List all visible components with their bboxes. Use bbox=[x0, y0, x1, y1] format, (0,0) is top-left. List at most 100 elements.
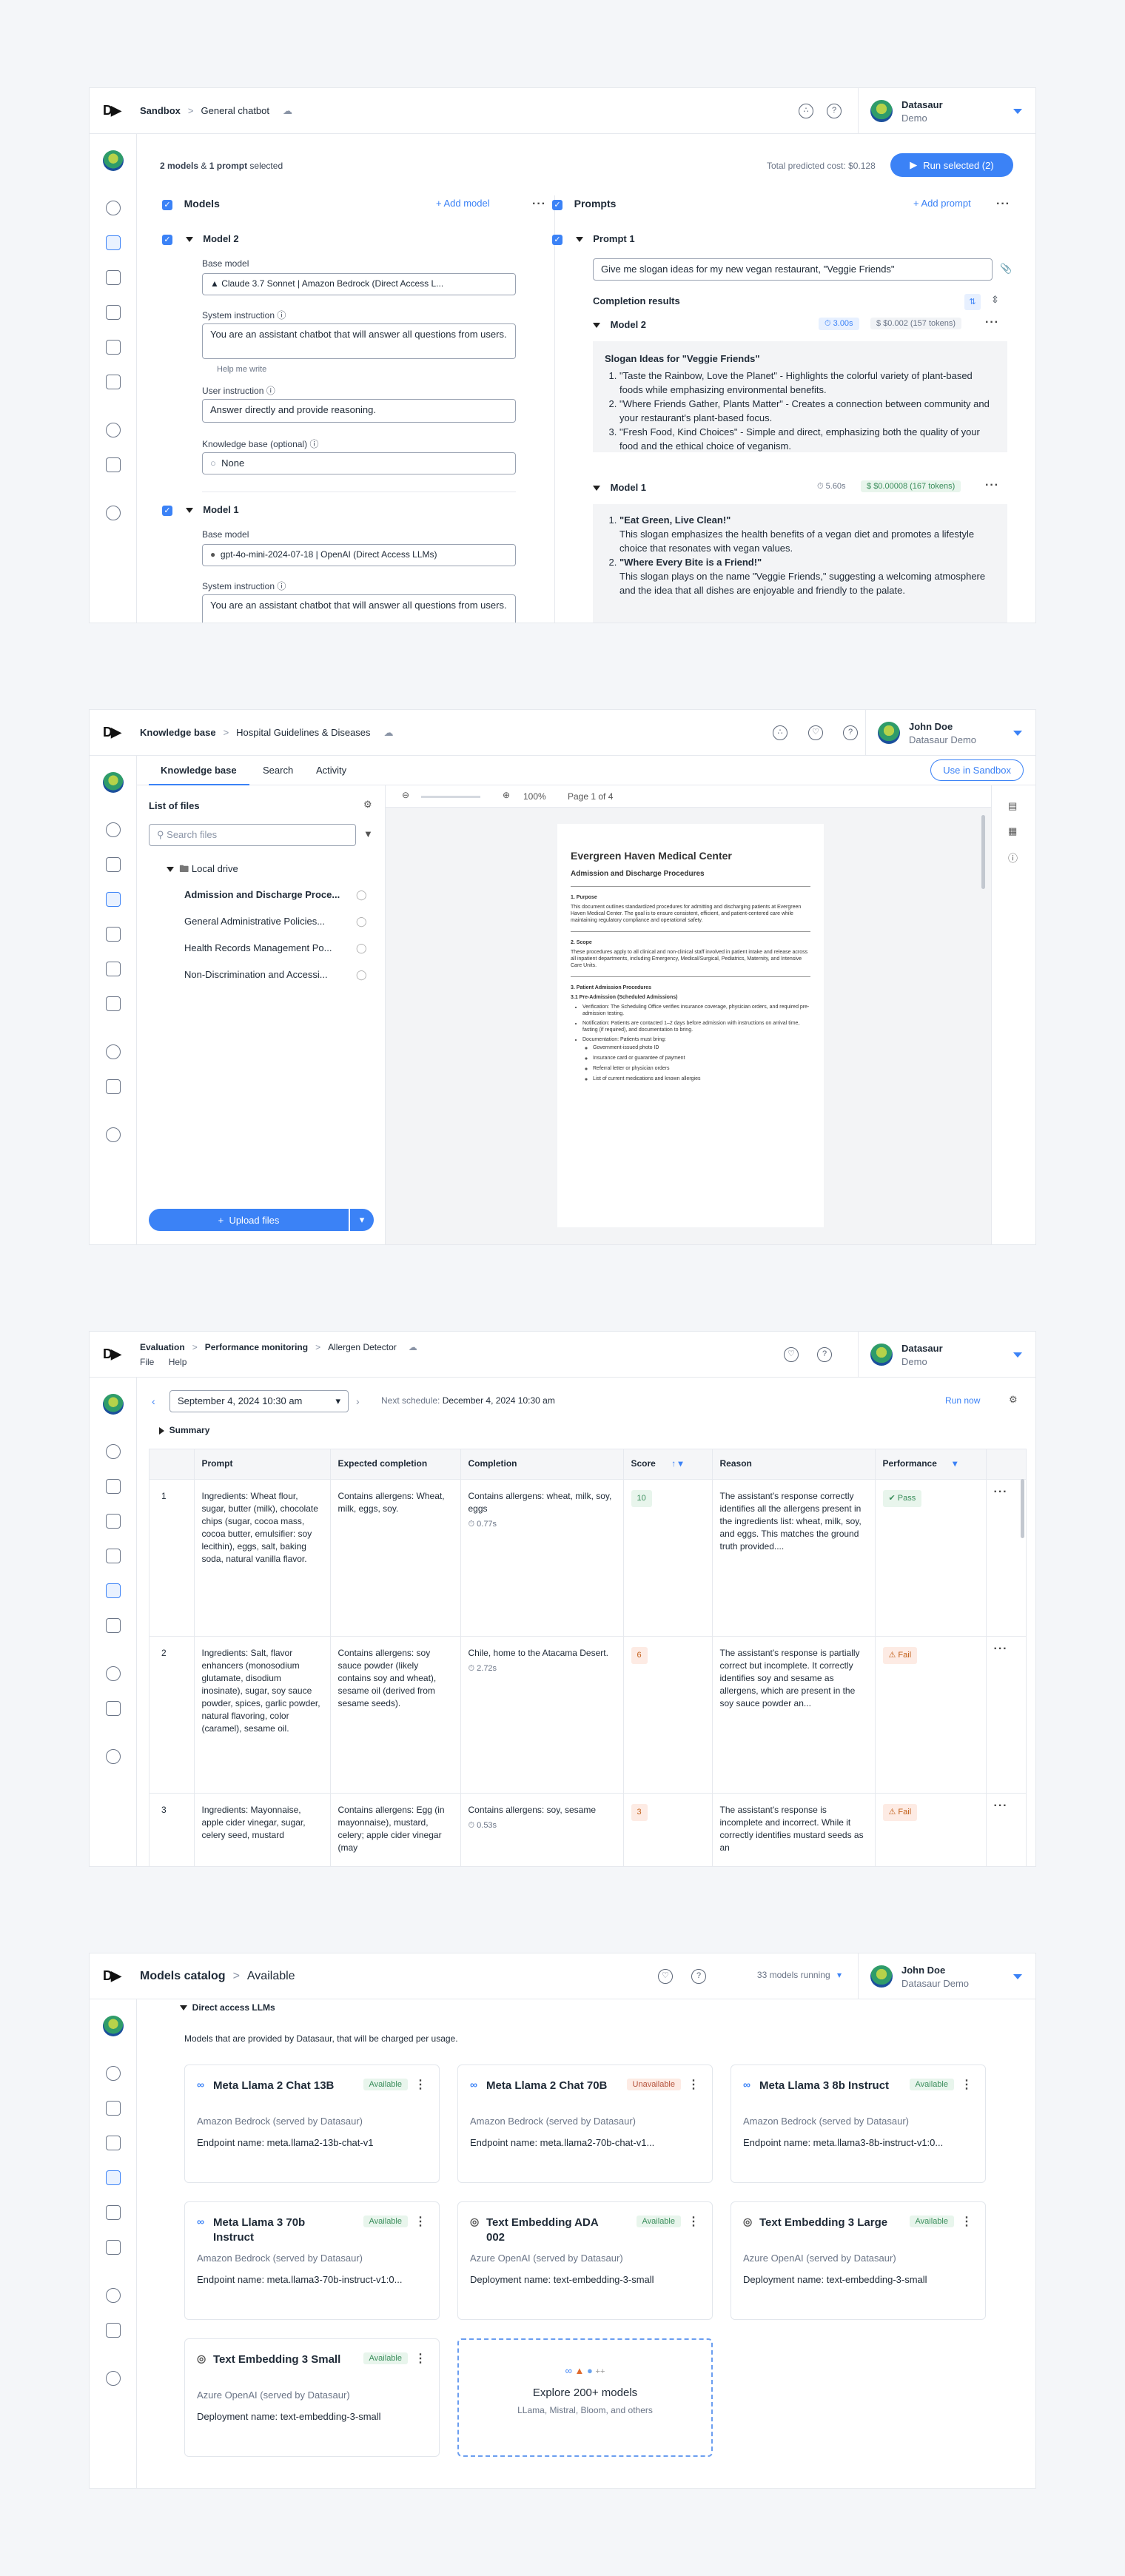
model-card[interactable]: ∞ Meta Llama 2 Chat 13B Available ⋮ Amazon B… bbox=[184, 2065, 440, 2183]
col-performance[interactable]: Performance ▾ bbox=[875, 1449, 987, 1479]
users-icon[interactable] bbox=[106, 1701, 121, 1716]
help-icon[interactable]: ? bbox=[843, 725, 858, 740]
evaluation-icon[interactable] bbox=[106, 962, 121, 976]
evaluation-icon[interactable] bbox=[106, 340, 121, 355]
tab-activity[interactable]: Activity bbox=[316, 765, 346, 776]
gear-icon[interactable] bbox=[106, 1749, 121, 1764]
menu-help[interactable]: Help bbox=[169, 1357, 187, 1367]
share-icon[interactable]: ∴ bbox=[799, 104, 813, 118]
home-icon[interactable] bbox=[106, 2101, 121, 2116]
col-reason[interactable]: Reason bbox=[712, 1449, 876, 1479]
attach-icon[interactable]: 📎 bbox=[1000, 263, 1012, 275]
info-icon[interactable]: ⓘ bbox=[1008, 851, 1018, 865]
team-avatar[interactable] bbox=[103, 2016, 124, 2036]
date-select[interactable]: September 4, 2024 10:30 am ▾ bbox=[169, 1390, 349, 1412]
row-more-icon[interactable]: ··· bbox=[986, 1793, 1026, 1866]
dollar-icon[interactable] bbox=[106, 1666, 121, 1681]
cube-icon[interactable] bbox=[106, 305, 121, 320]
result-more-icon[interactable]: ··· bbox=[985, 479, 999, 492]
use-in-sandbox-button[interactable]: Use in Sandbox bbox=[930, 759, 1024, 781]
team-avatar[interactable] bbox=[103, 1394, 124, 1415]
share-icon[interactable]: ∴ bbox=[773, 725, 788, 740]
model-card[interactable]: ∞ Meta Llama 3 70b Instruct Available ⋮ Amaz… bbox=[184, 2201, 440, 2320]
model-more-icon[interactable]: ⋮ bbox=[688, 2077, 700, 2092]
model-1-checkbox[interactable]: ✓ bbox=[162, 506, 172, 516]
model-card[interactable]: ∞ Meta Llama 3 8b Instruct Available ⋮ Amazo… bbox=[731, 2065, 986, 2183]
col-completion[interactable]: Completion bbox=[460, 1449, 624, 1479]
model-more-icon[interactable]: ⋮ bbox=[961, 2214, 973, 2229]
file-item[interactable]: Non-Discrimination and Accessi... ◯ bbox=[184, 969, 369, 980]
collapse-icon[interactable] bbox=[185, 237, 193, 243]
run-selected-button[interactable]: ▶ Run selected (2) bbox=[890, 153, 1013, 177]
collapse-icon[interactable] bbox=[185, 508, 193, 514]
database-icon[interactable] bbox=[106, 2136, 121, 2150]
database-icon[interactable] bbox=[106, 1514, 121, 1529]
database-icon[interactable] bbox=[106, 892, 121, 907]
model-card[interactable]: ◎ Text Embedding ADA 002 Available ⋮ Azure O… bbox=[457, 2201, 713, 2320]
prompt-1-checkbox[interactable]: ✓ bbox=[552, 235, 562, 245]
document-icon[interactable]: ▤ bbox=[1008, 800, 1017, 812]
model-more-icon[interactable]: ⋮ bbox=[414, 2077, 427, 2092]
help-me-write-link[interactable]: Help me write bbox=[217, 365, 266, 374]
prompts-checkbox[interactable]: ✓ bbox=[552, 200, 562, 210]
tab-search[interactable]: Search bbox=[263, 765, 293, 776]
chevron-down-icon[interactable] bbox=[1013, 1974, 1022, 1979]
upload-options-button[interactable]: ▾ bbox=[350, 1209, 374, 1231]
breadcrumb-evaluation[interactable]: Evaluation bbox=[140, 1342, 185, 1352]
filter-icon[interactable]: ▼ bbox=[363, 828, 373, 839]
gear-icon[interactable] bbox=[106, 2371, 121, 2386]
upload-files-button[interactable]: + Upload files bbox=[149, 1209, 349, 1231]
row-more-icon[interactable]: ··· bbox=[986, 1636, 1026, 1793]
col-prompt[interactable]: Prompt bbox=[194, 1449, 331, 1479]
collapse-icon[interactable] bbox=[593, 486, 600, 492]
models-more-icon[interactable]: ··· bbox=[532, 198, 546, 211]
next-icon[interactable]: › bbox=[356, 1395, 360, 1407]
add-prompt-button[interactable]: + Add prompt bbox=[913, 198, 971, 209]
model-card[interactable]: ∞ Meta Llama 2 Chat 70B Unavailable ⋮ Amazon… bbox=[457, 2065, 713, 2183]
bell-icon[interactable]: ♡ bbox=[658, 1969, 673, 1984]
prompt-input[interactable]: Give me slogan ideas for my new vegan re… bbox=[593, 258, 993, 281]
search-input[interactable]: ⚲ Search files bbox=[149, 824, 356, 846]
base-model-select[interactable]: ● gpt-4o-mini-2024-07-18 | OpenAI (Direc… bbox=[202, 544, 516, 566]
calendar-icon[interactable]: ▦ bbox=[1008, 825, 1017, 837]
table-row[interactable]: 3 Ingredients: Mayonnaise, apple cider vi… bbox=[150, 1793, 1026, 1866]
table-scrollbar[interactable] bbox=[1021, 1479, 1024, 1538]
model-card[interactable]: ◎ Text Embedding 3 Large Available ⋮ Azure O… bbox=[731, 2201, 986, 2320]
breadcrumb-sandbox[interactable]: Sandbox bbox=[140, 105, 181, 116]
evaluation-icon[interactable] bbox=[106, 2205, 121, 2220]
evaluation-icon[interactable] bbox=[106, 1583, 121, 1598]
user-menu[interactable]: Datasaur Demo bbox=[858, 88, 1035, 134]
user-menu[interactable]: John Doe Datasaur Demo bbox=[858, 1953, 1035, 1999]
menu-file[interactable]: File bbox=[140, 1357, 154, 1367]
dollar-icon[interactable] bbox=[106, 423, 121, 437]
user-menu[interactable]: John Doe Datasaur Demo bbox=[865, 710, 1035, 756]
folder-local-drive[interactable]: 🖿 Local drive bbox=[167, 862, 238, 879]
rocket-icon[interactable] bbox=[106, 2066, 121, 2081]
model-more-icon[interactable]: ⋮ bbox=[688, 2214, 700, 2229]
chevron-down-icon[interactable] bbox=[1013, 109, 1022, 114]
model-2-checkbox[interactable]: ✓ bbox=[162, 235, 172, 245]
gear-icon[interactable] bbox=[106, 1127, 121, 1142]
layers-icon[interactable] bbox=[106, 2240, 121, 2255]
collapse-icon[interactable] bbox=[593, 323, 600, 329]
model-card[interactable]: ◎ Text Embedding 3 Small Available ⋮ Azure O… bbox=[184, 2338, 440, 2457]
gear-icon[interactable]: ⚙ bbox=[363, 799, 372, 811]
base-model-select[interactable]: ▲ Claude 3.7 Sonnet | Amazon Bedrock (Di… bbox=[202, 273, 516, 295]
collapse-all-icon[interactable]: ⇳ bbox=[991, 294, 999, 306]
chevron-down-icon[interactable] bbox=[1013, 1352, 1022, 1358]
team-avatar[interactable] bbox=[103, 772, 124, 793]
cube-icon[interactable] bbox=[106, 1549, 121, 1563]
datasaur-logo[interactable]: D▶ bbox=[103, 1346, 140, 1362]
datasaur-logo[interactable]: D▶ bbox=[103, 1968, 140, 1984]
users-icon[interactable] bbox=[106, 1079, 121, 1094]
home-icon[interactable] bbox=[106, 857, 121, 872]
users-icon[interactable] bbox=[106, 2323, 121, 2338]
system-instruction-input[interactable]: You are an assistant chatbot that will a… bbox=[202, 594, 516, 623]
viewer-scrollbar[interactable] bbox=[981, 815, 985, 889]
zoom-out-icon[interactable]: ⊖ bbox=[402, 790, 409, 800]
chevron-down-icon[interactable] bbox=[1013, 731, 1022, 736]
rocket-icon[interactable] bbox=[106, 1444, 121, 1459]
system-instruction-input[interactable]: You are an assistant chatbot that will a… bbox=[202, 323, 516, 359]
add-model-button[interactable]: + Add model bbox=[436, 198, 490, 209]
users-icon[interactable] bbox=[106, 457, 121, 472]
